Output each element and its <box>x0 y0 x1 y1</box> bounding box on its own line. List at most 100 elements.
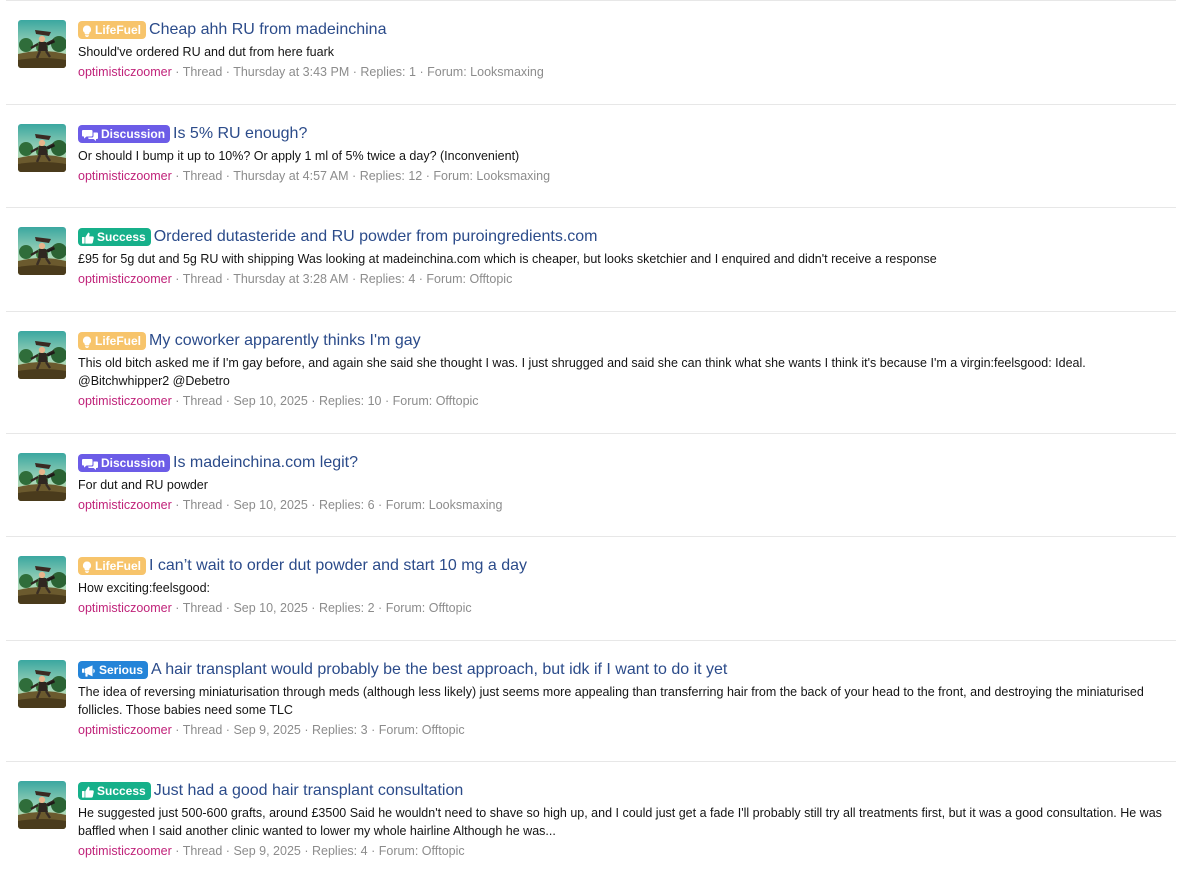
meta-separator: · <box>304 844 309 858</box>
result-snippet: Or should I bump it up to 10%? Or apply … <box>78 149 520 163</box>
result-snippet: For dut and RU powder <box>78 478 208 492</box>
thread-title-link[interactable]: My coworker apparently thinks I'm gay <box>149 330 421 352</box>
meta-separator: · <box>352 272 357 286</box>
post-date[interactable]: Sep 10, 2025 <box>233 498 307 512</box>
prefix-label: Discussion <box>101 127 166 141</box>
result-title-line: Success Just had a good hair transplant c… <box>78 780 1176 802</box>
post-date[interactable]: Sep 10, 2025 <box>233 601 307 615</box>
post-date[interactable]: Sep 9, 2025 <box>233 844 300 858</box>
prefix-badge[interactable]: Success <box>78 782 151 800</box>
meta-separator: · <box>378 601 383 615</box>
result-snippet: The idea of reversing miniaturisation th… <box>78 685 1144 717</box>
prefix-label: Success <box>97 230 146 244</box>
prefix-badge[interactable]: Success <box>78 228 151 246</box>
prefix-badge[interactable]: LifeFuel <box>78 332 147 350</box>
forum-link[interactable]: Forum: Offtopic <box>426 272 512 286</box>
thread-title-link[interactable]: Just had a good hair transplant consulta… <box>154 780 464 802</box>
content-type: Thread <box>182 601 223 615</box>
result-item: Discussion Is 5% RU enough? Or should I b… <box>6 105 1176 208</box>
meta-separator: · <box>311 498 316 512</box>
thread-title-link[interactable]: Cheap ahh RU from madeinchina <box>149 19 386 41</box>
thumbs-up-icon <box>82 785 94 803</box>
prefix-badge[interactable]: LifeFuel <box>78 21 147 42</box>
megaphone-icon <box>82 664 96 682</box>
result-meta: optimisticzoomer · Thread · Sep 9, 2025 … <box>78 722 1176 739</box>
author-link[interactable]: optimisticzoomer <box>78 394 172 408</box>
author-link[interactable]: optimisticzoomer <box>78 65 172 79</box>
thread-title-link[interactable]: I can’t wait to order dut powder and sta… <box>149 555 527 577</box>
prefix-label: LifeFuel <box>95 334 142 348</box>
post-date[interactable]: Thursday at 4:57 AM <box>233 169 348 183</box>
prefix-badge[interactable]: LifeFuel <box>78 557 147 578</box>
thread-title-link[interactable]: Is 5% RU enough? <box>173 123 307 145</box>
meta-separator: · <box>311 601 316 615</box>
avatar[interactable] <box>18 453 66 501</box>
post-date[interactable]: Thursday at 3:28 AM <box>233 272 348 286</box>
result-item: Serious A hair transplant would probably … <box>6 641 1176 762</box>
thread-title-link[interactable]: A hair transplant would probably be the … <box>151 659 727 681</box>
meta-separator: · <box>175 169 180 183</box>
reply-count: Replies: 2 <box>318 601 375 615</box>
result-content: Success Ordered dutasteride and RU powder… <box>78 226 1176 288</box>
post-date[interactable]: Sep 10, 2025 <box>233 394 307 408</box>
author-link[interactable]: optimisticzoomer <box>78 844 172 858</box>
lightbulb-icon <box>82 560 92 578</box>
avatar[interactable] <box>18 124 66 172</box>
result-meta: optimisticzoomer · Thread · Sep 10, 2025… <box>78 393 1176 410</box>
forum-link[interactable]: Forum: Offtopic <box>379 844 465 858</box>
reply-count: Replies: 10 <box>318 394 382 408</box>
meta-separator: · <box>175 498 180 512</box>
thread-title-link[interactable]: Ordered dutasteride and RU powder from p… <box>154 226 598 248</box>
content-type: Thread <box>182 272 223 286</box>
meta-separator: · <box>371 844 376 858</box>
avatar[interactable] <box>18 556 66 604</box>
meta-separator: · <box>175 601 180 615</box>
meta-separator: · <box>378 498 383 512</box>
meta-separator: · <box>352 65 357 79</box>
result-title-line: LifeFuel Cheap ahh RU from madeinchina <box>78 19 1176 41</box>
forum-link[interactable]: Forum: Looksmaxing <box>427 65 544 79</box>
result-content: LifeFuel I can’t wait to order dut powder… <box>78 555 1176 617</box>
content-type: Thread <box>182 498 223 512</box>
prefix-badge[interactable]: Discussion <box>78 454 171 475</box>
post-date[interactable]: Sep 9, 2025 <box>233 723 300 737</box>
meta-separator: · <box>225 498 230 512</box>
result-item: Discussion Is madeinchina.com legit? For … <box>6 434 1176 537</box>
result-item: Success Just had a good hair transplant c… <box>6 762 1176 880</box>
chat-bubbles-icon <box>82 457 98 475</box>
meta-separator: · <box>419 65 424 79</box>
avatar[interactable] <box>18 331 66 379</box>
content-type: Thread <box>182 723 223 737</box>
prefix-badge[interactable]: Discussion <box>78 125 171 146</box>
result-meta: optimisticzoomer · Thread · Thursday at … <box>78 271 1176 288</box>
meta-separator: · <box>225 723 230 737</box>
meta-separator: · <box>225 65 230 79</box>
result-snippet: £95 for 5g dut and 5g RU with shipping W… <box>78 252 937 266</box>
result-item: Success Ordered dutasteride and RU powder… <box>6 208 1176 312</box>
author-link[interactable]: optimisticzoomer <box>78 498 172 512</box>
meta-separator: · <box>225 601 230 615</box>
author-link[interactable]: optimisticzoomer <box>78 601 172 615</box>
forum-link[interactable]: Forum: Offtopic <box>393 394 479 408</box>
prefix-label: Serious <box>99 663 144 677</box>
forum-link[interactable]: Forum: Looksmaxing <box>433 169 550 183</box>
avatar[interactable] <box>18 781 66 829</box>
result-content: Serious A hair transplant would probably … <box>78 659 1176 739</box>
result-content: LifeFuel My coworker apparently thinks I'… <box>78 330 1176 410</box>
forum-link[interactable]: Forum: Looksmaxing <box>386 498 503 512</box>
author-link[interactable]: optimisticzoomer <box>78 169 172 183</box>
lightbulb-icon <box>82 24 92 42</box>
forum-link[interactable]: Forum: Offtopic <box>379 723 465 737</box>
avatar[interactable] <box>18 227 66 275</box>
prefix-badge[interactable]: Serious <box>78 661 149 682</box>
avatar[interactable] <box>18 20 66 68</box>
chat-bubbles-icon <box>82 128 98 146</box>
author-link[interactable]: optimisticzoomer <box>78 723 172 737</box>
avatar[interactable] <box>18 660 66 708</box>
forum-link[interactable]: Forum: Offtopic <box>386 601 472 615</box>
post-date[interactable]: Thursday at 3:43 PM <box>233 65 349 79</box>
result-meta: optimisticzoomer · Thread · Sep 10, 2025… <box>78 497 1176 514</box>
result-content: LifeFuel Cheap ahh RU from madeinchina Sh… <box>78 19 1176 81</box>
thread-title-link[interactable]: Is madeinchina.com legit? <box>173 452 358 474</box>
author-link[interactable]: optimisticzoomer <box>78 272 172 286</box>
